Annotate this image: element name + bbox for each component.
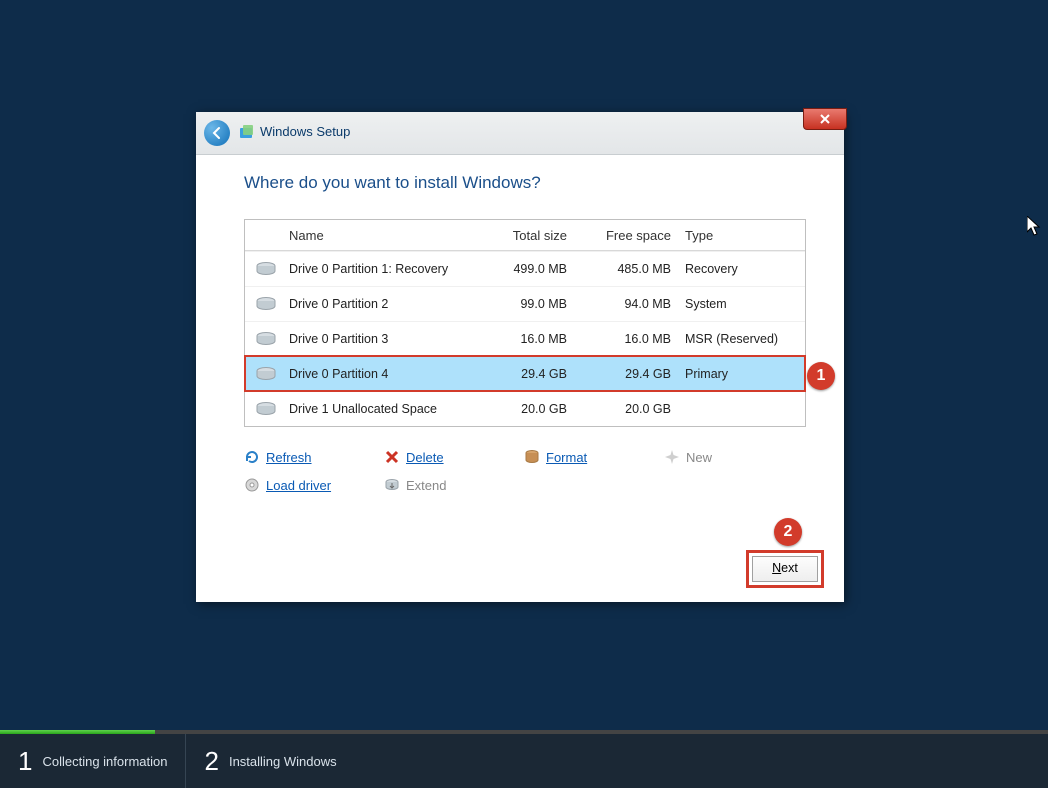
partition-free: 20.0 GB xyxy=(581,402,681,416)
dialog-body: Where do you want to install Windows? Na… xyxy=(196,155,844,509)
header-free: Free space xyxy=(581,228,681,243)
delete-label: Delete xyxy=(406,450,444,465)
partition-total: 29.4 GB xyxy=(467,367,581,381)
disk-icon xyxy=(255,401,277,417)
partition-name: Drive 0 Partition 2 xyxy=(287,297,467,311)
partition-row[interactable]: Drive 0 Partition 2 99.0 MB 94.0 MB Syst… xyxy=(245,286,805,321)
partition-actions: Refresh Delete Format New Load driver Ex… xyxy=(244,443,804,499)
partition-name: Drive 1 Unallocated Space xyxy=(287,402,467,416)
partition-row[interactable]: Drive 0 Partition 3 16.0 MB 16.0 MB MSR … xyxy=(245,321,805,356)
extend-action: Extend xyxy=(384,471,524,499)
partition-table-header: Name Total size Free space Type xyxy=(245,220,805,251)
load-driver-label: Load driver xyxy=(266,478,331,493)
annotation-badge-1: 1 xyxy=(807,362,835,390)
refresh-label: Refresh xyxy=(266,450,312,465)
load-driver-action[interactable]: Load driver xyxy=(244,471,384,499)
setup-wizard-icon xyxy=(238,124,256,142)
next-button-highlight: Next xyxy=(746,550,824,588)
close-icon xyxy=(819,113,831,125)
close-button[interactable] xyxy=(803,108,847,130)
partition-name: Drive 0 Partition 4 xyxy=(287,367,467,381)
format-icon xyxy=(524,449,540,465)
back-arrow-icon xyxy=(210,126,224,140)
next-button[interactable]: Next xyxy=(752,556,818,582)
partition-total: 99.0 MB xyxy=(467,297,581,311)
partition-row[interactable]: Drive 0 Partition 1: Recovery 499.0 MB 4… xyxy=(245,251,805,286)
partition-free: 94.0 MB xyxy=(581,297,681,311)
partition-total: 16.0 MB xyxy=(467,332,581,346)
titlebar: Windows Setup xyxy=(196,112,844,155)
step-label: Collecting information xyxy=(42,754,167,769)
format-action[interactable]: Format xyxy=(524,443,664,471)
header-total: Total size xyxy=(467,228,581,243)
next-label: Next xyxy=(772,561,798,575)
partition-free: 29.4 GB xyxy=(581,367,681,381)
disk-icon xyxy=(255,331,277,347)
extend-icon xyxy=(384,477,400,493)
mouse-cursor-icon xyxy=(1027,216,1043,238)
step-installing: 2 Installing Windows xyxy=(185,734,354,788)
partition-row-selected[interactable]: Drive 0 Partition 4 29.4 GB 29.4 GB Prim… xyxy=(245,356,805,391)
refresh-icon xyxy=(244,449,260,465)
steps-row: 1 Collecting information 2 Installing Wi… xyxy=(0,734,1048,788)
partition-type: Primary xyxy=(681,367,805,381)
step-number: 1 xyxy=(18,746,32,777)
disk-icon xyxy=(255,261,277,277)
partition-type: MSR (Reserved) xyxy=(681,332,805,346)
partition-total: 499.0 MB xyxy=(467,262,581,276)
extend-label: Extend xyxy=(406,478,446,493)
annotation-badge-2: 2 xyxy=(774,518,802,546)
partition-type: System xyxy=(681,297,805,311)
partition-total: 20.0 GB xyxy=(467,402,581,416)
new-label: New xyxy=(686,450,712,465)
step-label: Installing Windows xyxy=(229,754,337,769)
step-number: 2 xyxy=(204,746,218,777)
partition-name: Drive 0 Partition 1: Recovery xyxy=(287,262,467,276)
partition-row[interactable]: Drive 1 Unallocated Space 20.0 GB 20.0 G… xyxy=(245,391,805,426)
format-label: Format xyxy=(546,450,587,465)
disk-icon xyxy=(255,366,277,382)
new-icon xyxy=(664,449,680,465)
setup-dialog: Windows Setup Where do you want to insta… xyxy=(196,112,844,602)
partition-name: Drive 0 Partition 3 xyxy=(287,332,467,346)
new-action: New xyxy=(664,443,804,471)
bottom-bar: 1 Collecting information 2 Installing Wi… xyxy=(0,730,1048,788)
install-question: Where do you want to install Windows? xyxy=(244,173,796,193)
header-name: Name xyxy=(287,228,467,243)
window-title: Windows Setup xyxy=(260,124,350,139)
delete-icon xyxy=(384,449,400,465)
refresh-action[interactable]: Refresh xyxy=(244,443,384,471)
partition-free: 16.0 MB xyxy=(581,332,681,346)
partition-free: 485.0 MB xyxy=(581,262,681,276)
partition-type: Recovery xyxy=(681,262,805,276)
load-driver-icon xyxy=(244,477,260,493)
header-type: Type xyxy=(681,228,805,243)
delete-action[interactable]: Delete xyxy=(384,443,524,471)
partition-table: Name Total size Free space Type Drive 0 … xyxy=(244,219,806,427)
back-button[interactable] xyxy=(204,120,230,146)
step-collecting: 1 Collecting information xyxy=(0,734,185,788)
disk-icon xyxy=(255,296,277,312)
